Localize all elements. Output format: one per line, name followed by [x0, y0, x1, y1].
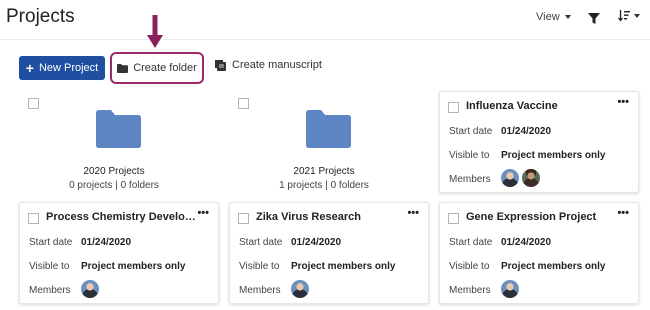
- avatar[interactable]: [522, 169, 540, 187]
- arrow-down-icon: [147, 15, 163, 48]
- project-card[interactable]: Process Chemistry Development ••• Start …: [19, 202, 219, 304]
- visible-to-value: Project members only: [501, 261, 606, 272]
- more-icon[interactable]: •••: [617, 207, 629, 219]
- project-card[interactable]: Influenza Vaccine ••• Start date 01/24/2…: [439, 91, 639, 193]
- members-label: Members: [449, 174, 491, 185]
- manuscript-icon: [215, 59, 226, 71]
- create-manuscript-label: Create manuscript: [232, 59, 322, 71]
- folder-meta: 1 projects | 0 folders: [279, 180, 369, 191]
- start-date-value: 01/24/2020: [291, 237, 342, 248]
- filter-button[interactable]: [588, 12, 600, 24]
- filter-icon: [588, 13, 600, 24]
- avatar[interactable]: [501, 280, 519, 298]
- visible-to-label: Visible to: [29, 261, 70, 272]
- avatar[interactable]: [501, 169, 519, 187]
- members-label: Members: [239, 285, 281, 296]
- page-title: Projects: [6, 6, 75, 27]
- start-date-label: Start date: [449, 237, 493, 248]
- folder-tile[interactable]: 2020 Projects 0 projects | 0 folders: [19, 95, 209, 195]
- folder-name: 2021 Projects: [293, 166, 355, 177]
- visible-to-label: Visible to: [239, 261, 280, 272]
- visible-to-value: Project members only: [81, 261, 186, 272]
- select-checkbox[interactable]: [28, 98, 39, 109]
- chevron-down-icon: [564, 15, 571, 19]
- project-title[interactable]: Zika Virus Research: [256, 211, 406, 223]
- start-date-value: 01/24/2020: [81, 237, 132, 248]
- start-date-value: 01/24/2020: [501, 126, 552, 137]
- sort-button[interactable]: [618, 10, 640, 22]
- new-project-button[interactable]: + New Project: [19, 56, 105, 80]
- project-card[interactable]: Gene Expression Project ••• Start date 0…: [439, 202, 639, 304]
- project-title[interactable]: Influenza Vaccine: [466, 100, 616, 112]
- plus-icon: +: [25, 60, 34, 76]
- visible-to-value: Project members only: [291, 261, 396, 272]
- new-project-label: New Project: [38, 62, 99, 74]
- avatar[interactable]: [81, 280, 99, 298]
- start-date-value: 01/24/2020: [501, 237, 552, 248]
- start-date-label: Start date: [239, 237, 283, 248]
- folder-tile[interactable]: 2021 Projects 1 projects | 0 folders: [229, 95, 419, 195]
- folder-icon: [306, 110, 351, 148]
- more-icon[interactable]: •••: [197, 207, 209, 219]
- page-header: Projects View: [0, 0, 650, 40]
- members-label: Members: [449, 285, 491, 296]
- view-dropdown[interactable]: View: [536, 11, 571, 23]
- select-checkbox[interactable]: [238, 213, 249, 224]
- project-title[interactable]: Process Chemistry Development: [46, 211, 196, 223]
- more-icon[interactable]: •••: [407, 207, 419, 219]
- create-folder-button[interactable]: Create folder: [110, 52, 204, 84]
- select-checkbox[interactable]: [28, 213, 39, 224]
- folder-icon: [117, 63, 129, 73]
- folder-meta: 0 projects | 0 folders: [69, 180, 159, 191]
- visible-to-value: Project members only: [501, 150, 606, 161]
- create-folder-label: Create folder: [133, 62, 197, 74]
- folder-icon: [96, 110, 141, 148]
- sort-icon: [618, 10, 630, 22]
- select-checkbox[interactable]: [448, 213, 459, 224]
- folder-name: 2020 Projects: [83, 166, 145, 177]
- view-label: View: [536, 11, 560, 23]
- select-checkbox[interactable]: [448, 102, 459, 113]
- select-checkbox[interactable]: [238, 98, 249, 109]
- start-date-label: Start date: [29, 237, 73, 248]
- chevron-down-icon: [634, 14, 640, 18]
- visible-to-label: Visible to: [449, 150, 490, 161]
- project-card[interactable]: Zika Virus Research ••• Start date 01/24…: [229, 202, 429, 304]
- project-title[interactable]: Gene Expression Project: [466, 211, 616, 223]
- start-date-label: Start date: [449, 126, 493, 137]
- avatar[interactable]: [291, 280, 309, 298]
- create-manuscript-button[interactable]: Create manuscript: [214, 59, 322, 71]
- more-icon[interactable]: •••: [617, 96, 629, 108]
- visible-to-label: Visible to: [449, 261, 490, 272]
- members-label: Members: [29, 285, 71, 296]
